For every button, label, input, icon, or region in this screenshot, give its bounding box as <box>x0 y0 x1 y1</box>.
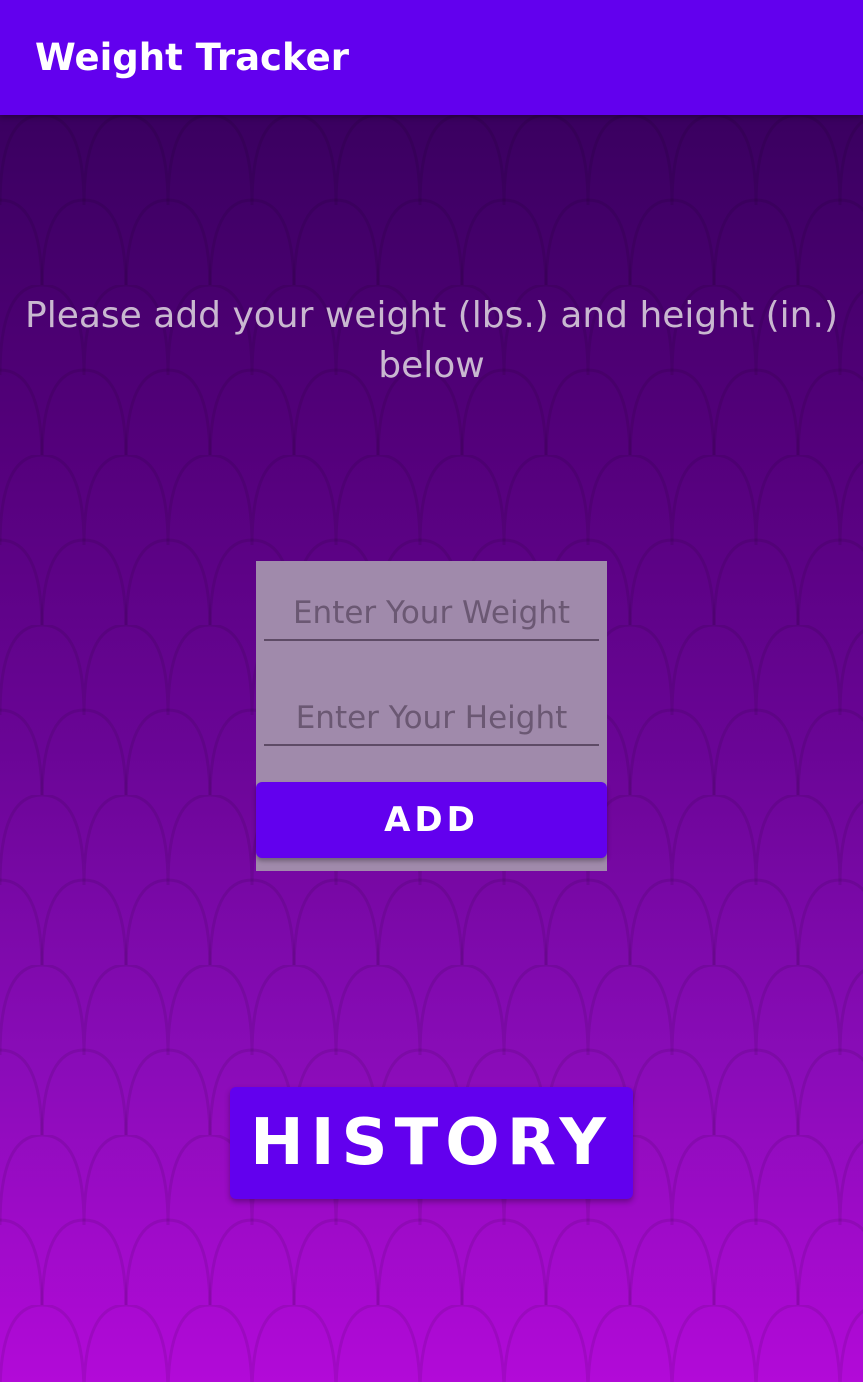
app-bar: Weight Tracker <box>0 0 863 115</box>
history-button[interactable]: HISTORY <box>230 1087 633 1199</box>
weight-input[interactable] <box>264 589 599 637</box>
entry-form: ADD <box>256 561 607 871</box>
main-content: Please add your weight (lbs.) and height… <box>0 115 863 1382</box>
weight-field[interactable] <box>264 589 599 641</box>
height-field[interactable] <box>264 694 599 746</box>
app-title: Weight Tracker <box>35 36 349 79</box>
add-button[interactable]: ADD <box>256 782 607 858</box>
instructions-text: Please add your weight (lbs.) and height… <box>25 295 838 386</box>
height-input[interactable] <box>264 694 599 742</box>
